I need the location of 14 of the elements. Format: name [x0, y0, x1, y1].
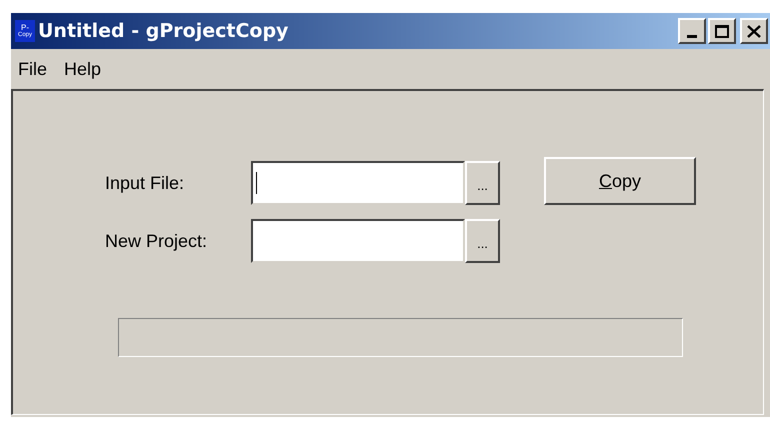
browse-button[interactable]: ... — [465, 161, 500, 205]
menu-item[interactable]: Help — [64, 56, 102, 82]
menu-item[interactable]: File — [18, 56, 48, 82]
maximize-button[interactable] — [708, 18, 736, 44]
input-field[interactable] — [251, 219, 465, 263]
field-label: Input File: — [105, 172, 186, 195]
minimize-button[interactable] — [678, 18, 706, 44]
close-icon — [747, 24, 761, 38]
field-label: New Project: — [105, 230, 208, 253]
copy-button[interactable]: Copy — [544, 157, 696, 205]
close-button[interactable] — [740, 18, 768, 44]
window-title: Untitled - gProjectCopy — [38, 18, 288, 44]
browse-button[interactable]: ... — [465, 219, 500, 263]
input-field[interactable] — [251, 161, 465, 205]
